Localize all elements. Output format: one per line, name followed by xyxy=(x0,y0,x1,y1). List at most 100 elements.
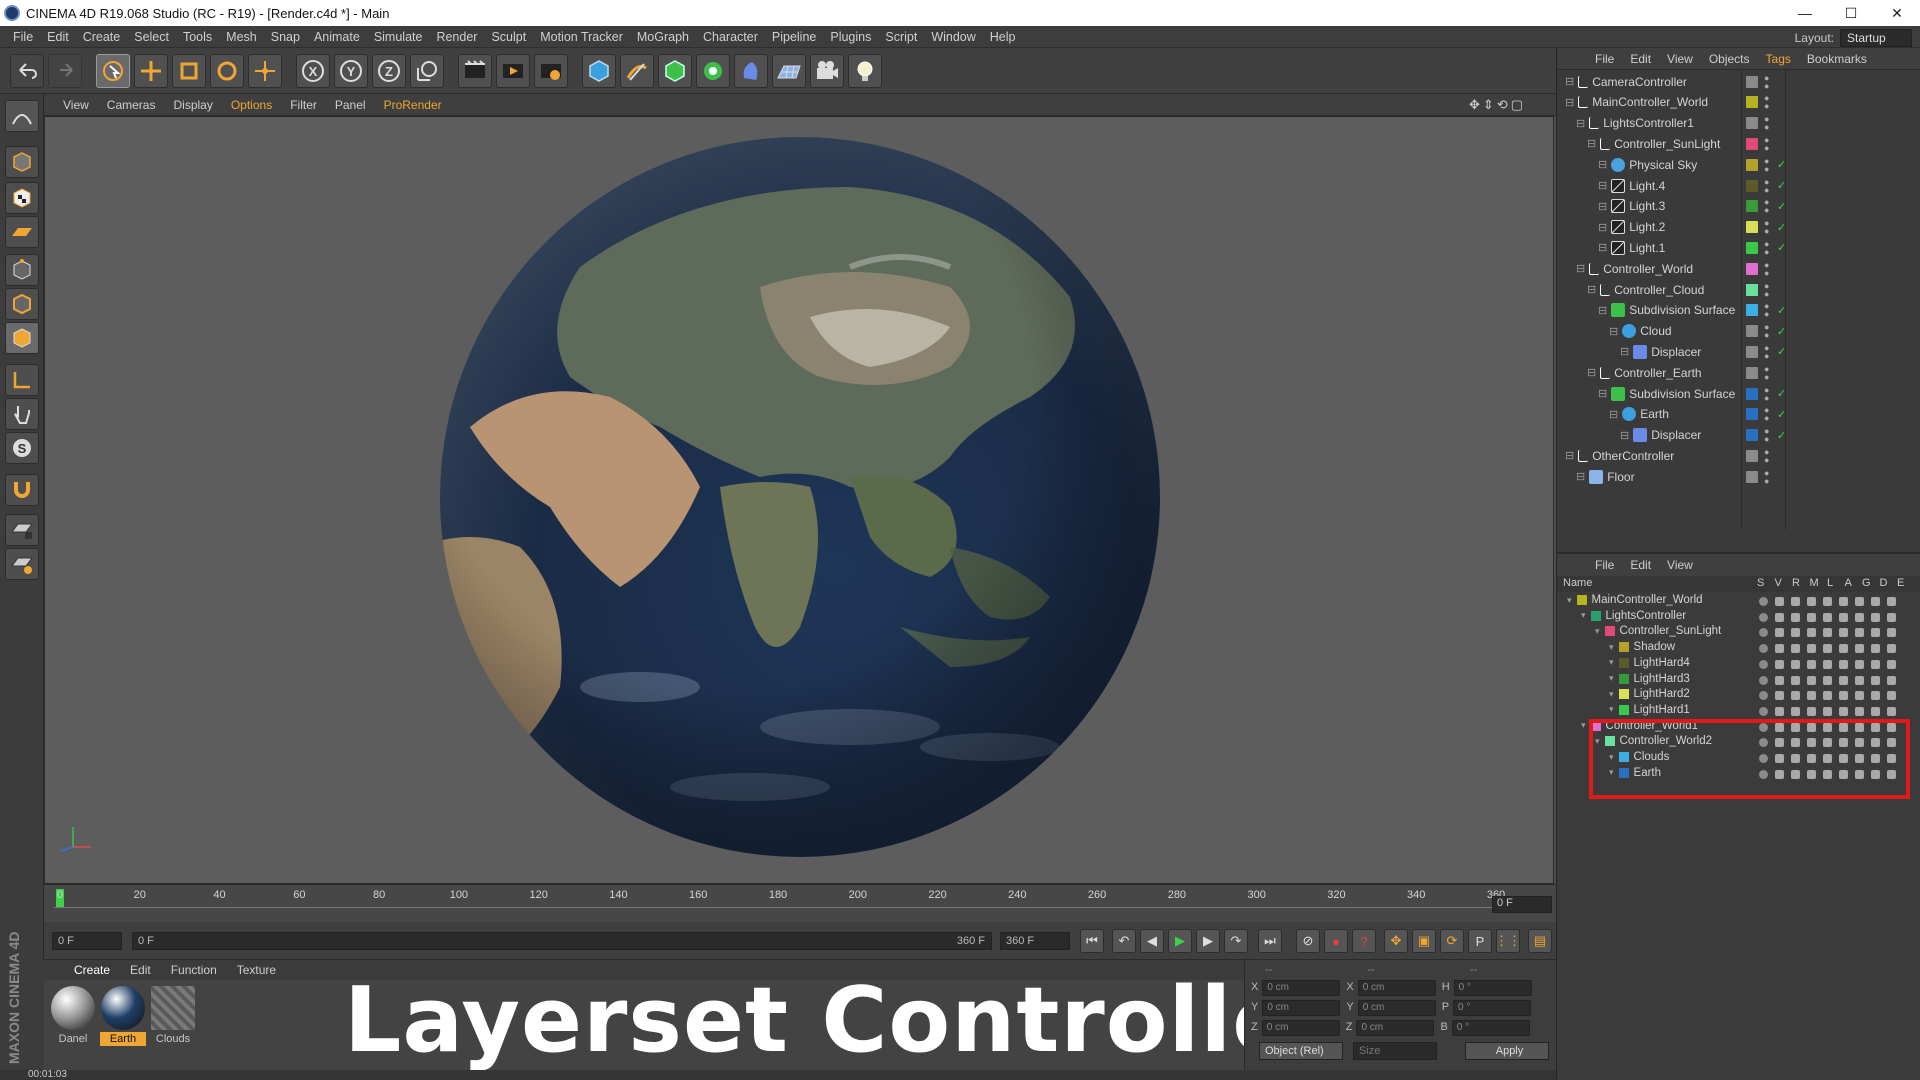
object-row[interactable]: ⊟ Controller_Cloud ● ● xyxy=(1557,279,1920,300)
layer-toggle-icon[interactable] xyxy=(1887,644,1896,654)
layer-toggle-icon[interactable] xyxy=(1791,706,1800,716)
current-frame-field[interactable]: 0 F xyxy=(1492,896,1552,913)
layer-toggle-icon[interactable] xyxy=(1871,659,1880,669)
layer-menu-file[interactable]: File xyxy=(1587,558,1622,572)
layer-color-swatch[interactable] xyxy=(1746,241,1758,254)
object-row[interactable]: ⊟ CameraController ● ● xyxy=(1557,71,1920,92)
layer-toggle-icon[interactable] xyxy=(1871,691,1880,701)
rotation-value-field[interactable]: 0 ° xyxy=(1453,1000,1532,1016)
layer-toggle-icon[interactable] xyxy=(1839,644,1848,654)
points-mode-icon[interactable] xyxy=(5,254,39,286)
enabled-check-icon[interactable]: ✓ xyxy=(1777,429,1786,442)
layer-toggle-icon[interactable] xyxy=(1887,706,1896,716)
layer-toggle-icon[interactable] xyxy=(1823,659,1832,669)
layout-select[interactable]: Startup xyxy=(1840,29,1912,47)
viewport-menu-options[interactable]: Options xyxy=(222,98,281,112)
z-axis-lock-icon[interactable]: Z xyxy=(372,54,406,88)
expand-arrow-icon[interactable]: ▾ xyxy=(1609,704,1614,715)
layer-color-swatch[interactable] xyxy=(1618,642,1629,653)
layer-toggle-icon[interactable] xyxy=(1807,628,1816,638)
layer-row[interactable]: ▾ Shadow xyxy=(1557,641,1920,657)
layer-row[interactable]: ▾ LightHard4 xyxy=(1557,657,1920,673)
menu-script[interactable]: Script xyxy=(878,30,924,44)
material-menu-function[interactable]: Function xyxy=(161,963,227,977)
layer-toggle-icon[interactable] xyxy=(1759,597,1768,606)
layer-color-swatch[interactable] xyxy=(1746,96,1758,109)
layer-toggle-icon[interactable] xyxy=(1791,644,1800,654)
layer-toggle-icon[interactable] xyxy=(1823,675,1832,685)
expand-toggle-icon[interactable]: ⊟ xyxy=(1598,387,1607,400)
rotation-value-field[interactable]: 0 ° xyxy=(1451,1020,1530,1036)
viewport-menu-panel[interactable]: Panel xyxy=(326,98,375,112)
layer-row[interactable]: ▾ MainController_World xyxy=(1557,594,1920,610)
layer-toggle-icon[interactable] xyxy=(1759,659,1768,669)
object-menu-file[interactable]: File xyxy=(1587,52,1622,66)
menu-file[interactable]: File xyxy=(6,30,40,44)
record-active-objects-icon[interactable]: ⊘ xyxy=(1296,929,1320,953)
menu-mesh[interactable]: Mesh xyxy=(219,30,264,44)
menu-sculpt[interactable]: Sculpt xyxy=(484,30,533,44)
layer-row[interactable]: ▾ LightHard2 xyxy=(1557,688,1920,704)
enabled-check-icon[interactable]: ✓ xyxy=(1777,221,1786,234)
workplane-lock-icon[interactable] xyxy=(5,514,39,546)
light-icon[interactable] xyxy=(848,54,882,88)
autokeying-icon[interactable]: ● xyxy=(1324,929,1348,953)
expand-toggle-icon[interactable]: ⊟ xyxy=(1565,449,1574,462)
layer-toggle-icon[interactable] xyxy=(1807,675,1816,685)
layer-color-swatch[interactable] xyxy=(1746,366,1758,379)
layer-toggle-icon[interactable] xyxy=(1823,706,1832,716)
timeline-ruler[interactable]: 0 20 40 60 80 100 120 140 160 180 200 220 240 260 280 3… xyxy=(44,884,1556,922)
layer-color-swatch[interactable] xyxy=(1746,470,1758,483)
menu-render[interactable]: Render xyxy=(429,30,484,44)
layer-toggle-icon[interactable] xyxy=(1807,644,1816,654)
layer-toggle-icon[interactable] xyxy=(1791,659,1800,669)
layer-row[interactable]: ▾ LightsController xyxy=(1557,610,1920,626)
layer-toggle-icon[interactable] xyxy=(1871,612,1880,622)
layer-toggle-icon[interactable] xyxy=(1791,675,1800,685)
viewport-menu-prorender[interactable]: ProRender xyxy=(375,98,451,112)
object-menu-view[interactable]: View xyxy=(1659,52,1701,66)
undo-button[interactable] xyxy=(10,54,44,88)
expand-toggle-icon[interactable]: ⊟ xyxy=(1598,200,1607,213)
layer-color-swatch[interactable] xyxy=(1746,158,1758,171)
object-row[interactable]: ⊟ Displacer ● ● ✓ xyxy=(1557,425,1920,446)
render-to-picture-viewer-icon[interactable] xyxy=(496,54,530,88)
enabled-check-icon[interactable]: ✓ xyxy=(1777,241,1786,254)
play-icon[interactable]: ▶ xyxy=(1168,929,1192,953)
subdivision-surface-icon[interactable] xyxy=(658,54,692,88)
layer-toggle-icon[interactable] xyxy=(1807,706,1816,716)
material-clouds[interactable]: Clouds xyxy=(150,986,196,1046)
maximize-button[interactable]: ☐ xyxy=(1828,0,1874,26)
layer-toggle-columns[interactable] xyxy=(1759,659,1919,670)
layer-toggle-icon[interactable] xyxy=(1839,628,1848,638)
menu-select[interactable]: Select xyxy=(127,30,176,44)
layer-toggle-icon[interactable] xyxy=(1823,628,1832,638)
viewport-menu-cameras[interactable]: Cameras xyxy=(98,98,165,112)
layer-toggle-icon[interactable] xyxy=(1823,644,1832,654)
layer-toggle-icon[interactable] xyxy=(1855,691,1864,701)
layer-color-swatch[interactable] xyxy=(1618,704,1629,715)
parameter-key-icon[interactable]: P xyxy=(1468,929,1492,953)
model-mode-icon[interactable] xyxy=(5,146,39,178)
layer-toggle-icon[interactable] xyxy=(1791,597,1800,606)
snapping-icon[interactable] xyxy=(5,474,39,506)
layer-color-swatch[interactable] xyxy=(1590,610,1601,621)
layer-row[interactable]: ▾ LightHard3 xyxy=(1557,673,1920,689)
object-row[interactable]: ⊟ Light.4 ● ● ✓ xyxy=(1557,175,1920,196)
axis-mode-icon[interactable] xyxy=(5,364,39,396)
layer-toggle-icon[interactable] xyxy=(1855,706,1864,716)
layer-toggle-icon[interactable] xyxy=(1759,691,1768,701)
object-row[interactable]: ⊟ Controller_SunLight ● ● xyxy=(1557,133,1920,154)
expand-toggle-icon[interactable]: ⊟ xyxy=(1598,158,1607,171)
visibility-toggle-icon[interactable]: ● ● xyxy=(1764,115,1784,132)
object-row[interactable]: ⊟ Physical Sky ● ● ✓ xyxy=(1557,154,1920,175)
object-row[interactable]: ⊟ Controller_Earth ● ● xyxy=(1557,362,1920,383)
object-row[interactable]: ⊟ MainController_World ● ● xyxy=(1557,92,1920,113)
layer-toggle-icon[interactable] xyxy=(1759,612,1768,622)
enabled-check-icon[interactable]: ✓ xyxy=(1777,345,1786,358)
object-menu-bookmarks[interactable]: Bookmarks xyxy=(1799,52,1875,66)
deformer-icon[interactable] xyxy=(734,54,768,88)
layer-toggle-icon[interactable] xyxy=(1823,691,1832,701)
layer-toggle-columns[interactable] xyxy=(1759,644,1919,654)
layer-toggle-icon[interactable] xyxy=(1775,612,1784,622)
